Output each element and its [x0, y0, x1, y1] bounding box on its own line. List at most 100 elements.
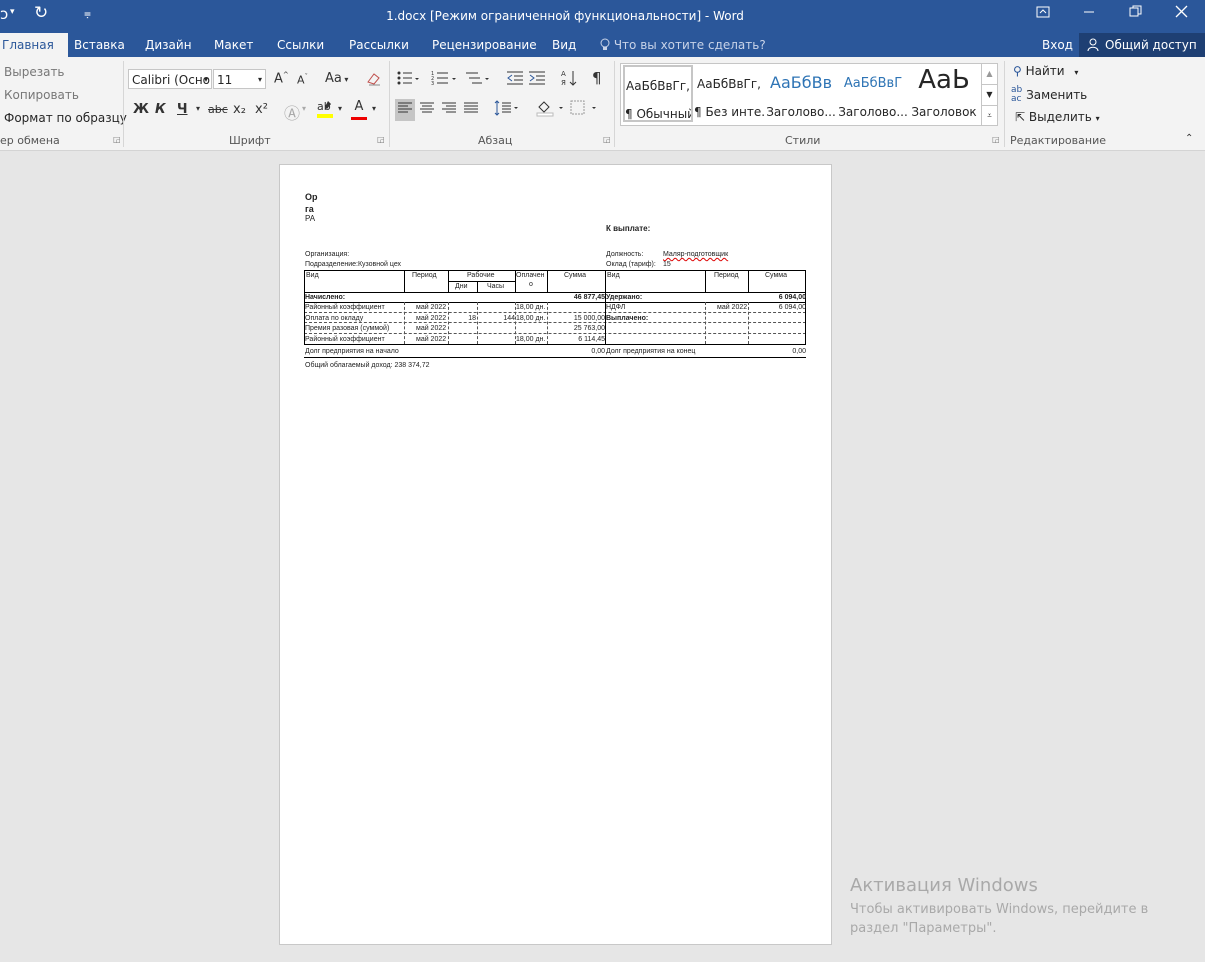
- increase-indent-icon[interactable]: [528, 70, 546, 90]
- bold-button[interactable]: Ж: [133, 102, 149, 117]
- line-spacing-icon[interactable]: [494, 100, 520, 120]
- salary-value: 15: [663, 261, 671, 268]
- svg-text:3: 3: [431, 81, 434, 86]
- row-2-days: 18: [468, 315, 476, 322]
- restore-icon[interactable]: [1129, 5, 1142, 22]
- sign-in-link[interactable]: Вход: [1042, 38, 1073, 52]
- decrease-indent-icon[interactable]: [506, 70, 524, 90]
- editing-group-label: Редактирование: [1010, 134, 1106, 147]
- tab-layout[interactable]: Макет: [214, 38, 253, 52]
- align-center-icon[interactable]: [419, 100, 435, 120]
- copy-button[interactable]: Копировать: [4, 88, 79, 102]
- underline-dropdown-icon[interactable]: ▾: [196, 104, 200, 113]
- col-sum-right: Сумма: [765, 272, 787, 279]
- activation-text: Чтобы активировать Windows, перейдите в …: [850, 902, 1149, 936]
- ribbon-display-options-icon[interactable]: [1036, 5, 1050, 23]
- grow-font-button[interactable]: A^: [274, 71, 289, 86]
- withheld-total: 6 094,00: [778, 294, 806, 301]
- sort-icon[interactable]: АЯ: [561, 69, 577, 91]
- find-button[interactable]: ⚲ Найти ▾: [1013, 64, 1078, 78]
- col-period-left: Период: [412, 272, 437, 279]
- clear-formatting-icon[interactable]: [366, 70, 382, 90]
- chevron-down-icon[interactable]: ▾: [302, 104, 306, 113]
- cut-button[interactable]: Вырезать: [4, 65, 65, 79]
- row-3-vid: Премия разовая (суммой): [305, 325, 390, 332]
- salary-label: Оклад (тариф):: [606, 261, 656, 268]
- tab-home[interactable]: Главная: [0, 33, 68, 57]
- document-page[interactable]: [279, 164, 832, 945]
- row-4-paid: 18,00 дн.: [516, 336, 546, 343]
- format-painter-button[interactable]: Формат по образцу: [4, 111, 127, 125]
- tab-review[interactable]: Рецензирование: [432, 38, 537, 52]
- style-normal[interactable]: АаБбВвГг, ¶ Обычный: [623, 65, 693, 122]
- ribbon: Вырезать Копировать Формат по образцу ер…: [0, 57, 1205, 151]
- font-name-combo[interactable]: Calibri (Осно ▾: [128, 69, 212, 89]
- styles-scroll-down-icon[interactable]: ▼: [982, 84, 997, 105]
- tab-design[interactable]: Дизайн: [145, 38, 192, 52]
- italic-button[interactable]: К: [155, 102, 166, 117]
- shrink-font-button[interactable]: Aˇ: [297, 73, 308, 87]
- close-icon[interactable]: [1175, 5, 1188, 22]
- chevron-down-icon[interactable]: ▾: [372, 104, 376, 113]
- col-paid: Оплачен: [516, 272, 545, 279]
- row-1-paid: 18,00 дн.: [516, 304, 546, 311]
- row-4-vid: Районный коэффициент: [305, 336, 385, 343]
- strikethrough-button[interactable]: abc: [208, 103, 228, 116]
- align-left-icon[interactable]: [395, 99, 415, 121]
- collapse-ribbon-icon[interactable]: ⌃: [1185, 133, 1193, 144]
- font-launcher-icon[interactable]: ◲: [377, 135, 385, 144]
- replace-button[interactable]: ab ac Заменить: [1011, 86, 1087, 104]
- align-right-icon[interactable]: [441, 100, 457, 120]
- styles-more-icon[interactable]: ⩡: [982, 105, 997, 126]
- window-title: 1.docx [Режим ограниченной функционально…: [386, 9, 744, 23]
- font-color-button[interactable]: A: [351, 99, 367, 120]
- borders-icon[interactable]: [570, 100, 598, 120]
- tell-me-search[interactable]: Что вы хотите сделать?: [600, 38, 766, 52]
- font-size-combo[interactable]: 11 ▾: [213, 69, 266, 89]
- justify-icon[interactable]: [463, 100, 479, 120]
- clipboard-group-label: ер обмена: [0, 134, 60, 147]
- style-no-spacing[interactable]: АаБбВвГг, ¶ Без инте...: [694, 65, 764, 122]
- superscript-button[interactable]: x²: [255, 102, 268, 117]
- change-case-button[interactable]: Aa ▾: [325, 71, 348, 86]
- department-label: Подразделение:Кузовной цех: [305, 261, 402, 268]
- position-label: Должность:: [606, 251, 644, 258]
- col-work: Рабочие: [467, 272, 495, 279]
- underline-button[interactable]: Ч: [177, 102, 188, 117]
- style-heading-1[interactable]: АаБбВв Заголово...: [766, 65, 836, 122]
- text-effects-icon[interactable]: Ⓐ: [284, 100, 300, 124]
- show-formatting-marks-icon[interactable]: ¶: [592, 69, 602, 87]
- tab-insert[interactable]: Вставка: [74, 38, 125, 52]
- styles-launcher-icon[interactable]: ◲: [992, 135, 1000, 144]
- tab-references[interactable]: Ссылки: [277, 38, 324, 52]
- highlight-color-icon[interactable]: ab: [316, 99, 334, 123]
- shading-icon[interactable]: [535, 99, 565, 121]
- row-1-period: май 2022: [416, 304, 447, 311]
- row-2-sum: 15 000,00: [573, 315, 605, 322]
- numbering-icon[interactable]: 123: [431, 70, 457, 90]
- share-button[interactable]: Общий доступ: [1079, 33, 1205, 57]
- withheld-label: Удержано:: [606, 294, 643, 301]
- search-icon: ⚲: [1013, 64, 1022, 78]
- svg-text:Я: Я: [561, 79, 566, 87]
- select-button[interactable]: ⇱ Выделить ▾: [1015, 110, 1100, 124]
- tab-mailings[interactable]: Рассылки: [349, 38, 409, 52]
- styles-scroll-up-icon[interactable]: ▲: [982, 64, 997, 84]
- multilevel-list-icon[interactable]: [465, 70, 491, 90]
- subscript-button[interactable]: x₂: [233, 102, 246, 117]
- style-title[interactable]: АаЬ Заголовок: [909, 65, 979, 122]
- chevron-down-icon[interactable]: ▾: [338, 104, 342, 113]
- clipboard-launcher-icon[interactable]: ◲: [113, 135, 121, 144]
- minimize-icon[interactable]: [1083, 3, 1095, 21]
- paragraph-launcher-icon[interactable]: ◲: [603, 135, 611, 144]
- col-period-right: Период: [714, 272, 739, 279]
- paid-out-label: Выплачено:: [606, 315, 649, 322]
- tab-view[interactable]: Вид: [552, 38, 576, 52]
- font-name-value: Calibri (Осно: [132, 73, 211, 87]
- tell-me-text: Что вы хотите сделать?: [613, 38, 766, 52]
- bullets-icon[interactable]: [397, 70, 419, 90]
- to-pay-label: К выплате:: [606, 224, 651, 233]
- styles-group-label: Стили: [785, 134, 821, 147]
- org-name-line-2: га: [305, 204, 314, 214]
- style-heading-2[interactable]: АаБбВвГ Заголово...: [838, 65, 908, 122]
